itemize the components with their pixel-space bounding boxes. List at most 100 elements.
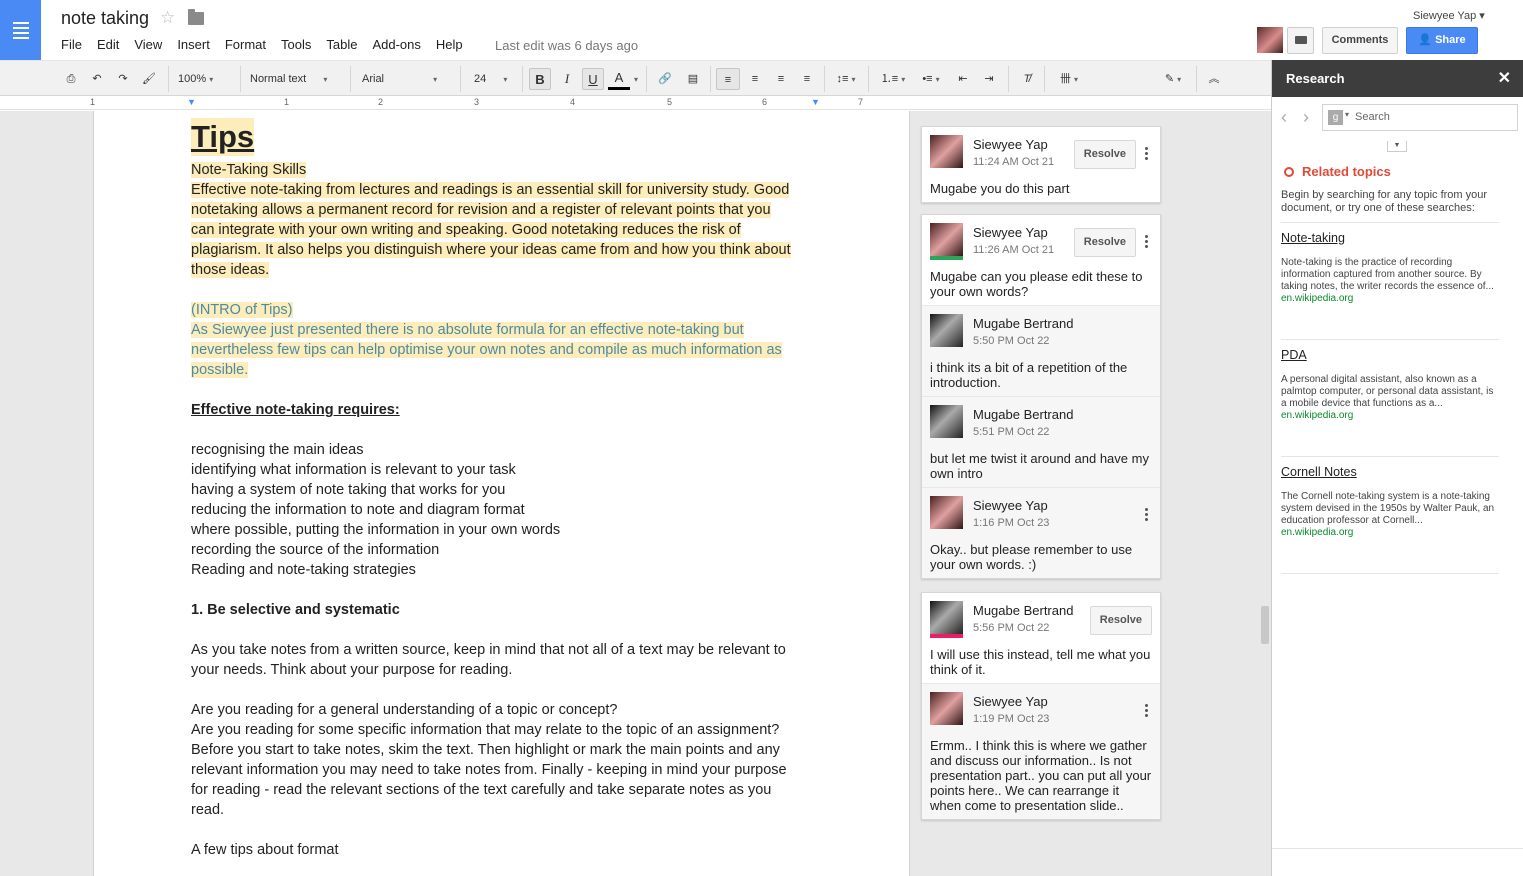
comment-thread[interactable]: Mugabe Bertrand 5:56 PM Oct 22 Resolve I… bbox=[921, 592, 1161, 820]
chevron-down-icon[interactable]: ▾ bbox=[632, 68, 640, 90]
subtitle[interactable]: Note-Taking Skills bbox=[191, 162, 307, 178]
redo-icon[interactable]: ↷ bbox=[114, 68, 132, 90]
close-icon[interactable]: ✕ bbox=[1498, 60, 1511, 97]
paragraph-line[interactable]: Before you start to take notes, skim the… bbox=[191, 740, 821, 760]
bold-button[interactable]: B bbox=[529, 68, 551, 90]
paragraph-line[interactable]: Are you reading for a general understand… bbox=[191, 700, 821, 720]
numbered-list-icon[interactable]: ⒈≡ ▾ bbox=[876, 68, 910, 90]
docs-home-icon[interactable] bbox=[0, 0, 41, 60]
align-center-icon[interactable]: ≡ bbox=[744, 68, 766, 90]
back-icon[interactable]: ‹ bbox=[1281, 107, 1287, 128]
teal-line[interactable]: possible. bbox=[191, 362, 249, 378]
document-title[interactable]: note taking bbox=[61, 8, 149, 29]
teal-line[interactable]: nevertheless few tips can help optimise … bbox=[191, 342, 782, 358]
list-item[interactable]: identifying what information is relevant… bbox=[191, 460, 821, 480]
menu-help[interactable]: Help bbox=[436, 37, 463, 52]
text-color-button[interactable]: A bbox=[608, 68, 630, 90]
resolve-button[interactable]: Resolve bbox=[1089, 606, 1152, 635]
menu-file[interactable]: File bbox=[61, 37, 82, 52]
align-right-icon[interactable]: ≡ bbox=[770, 68, 792, 90]
zoom-select[interactable]: 100% ▾ bbox=[178, 68, 234, 90]
align-justify-icon[interactable]: ≡ bbox=[796, 68, 818, 90]
paragraph-line[interactable]: read. bbox=[191, 800, 821, 820]
comment-add-icon[interactable]: ▤ bbox=[682, 68, 704, 90]
requires-heading[interactable]: Effective note-taking requires: bbox=[191, 400, 821, 420]
topic-link[interactable]: PDA bbox=[1281, 348, 1499, 362]
link-icon[interactable]: 🔗 bbox=[654, 68, 676, 90]
style-select[interactable]: Normal text ▾ bbox=[250, 68, 342, 90]
account-name[interactable]: Siewyee Yap ▾ bbox=[1413, 9, 1485, 22]
list-item[interactable]: reducing the information to note and dia… bbox=[191, 500, 821, 520]
paragraph-line[interactable]: relevant information you may need to tak… bbox=[191, 760, 821, 780]
menu-edit[interactable]: Edit bbox=[97, 37, 119, 52]
star-icon[interactable]: ☆ bbox=[160, 8, 175, 28]
resolve-button[interactable]: Resolve bbox=[1073, 140, 1136, 169]
print-icon[interactable]: ⎙ bbox=[62, 68, 80, 90]
menu-format[interactable]: Format bbox=[225, 37, 266, 52]
more-options-icon[interactable] bbox=[1145, 147, 1148, 160]
bulleted-list-icon[interactable]: •≡ ▾ bbox=[914, 68, 948, 90]
menu-insert[interactable]: Insert bbox=[177, 37, 210, 52]
paragraph-line[interactable]: A few tips about format bbox=[191, 840, 821, 860]
google-icon[interactable]: g bbox=[1328, 110, 1343, 125]
topic-source[interactable]: en.wikipedia.org bbox=[1281, 410, 1499, 421]
chat-icon[interactable] bbox=[1287, 27, 1314, 54]
menu-addons[interactable]: Add-ons bbox=[372, 37, 420, 52]
intro-line[interactable]: plagiarism. It also helps you distinguis… bbox=[191, 242, 791, 258]
topic-link[interactable]: Note-taking bbox=[1281, 231, 1499, 245]
more-options-icon[interactable] bbox=[1145, 508, 1148, 521]
list-item[interactable]: where possible, putting the information … bbox=[191, 520, 821, 540]
chevron-down-icon[interactable]: ▾ bbox=[1345, 110, 1349, 119]
list-item[interactable]: having a system of note taking that work… bbox=[191, 480, 821, 500]
intro-line[interactable]: Effective note-taking from lectures and … bbox=[191, 182, 790, 198]
paragraph-line[interactable]: As you take notes from a written source,… bbox=[191, 640, 821, 660]
font-size-select[interactable]: 24 ▾ bbox=[474, 68, 518, 90]
document-body[interactable]: Tips Note-Taking Skills Effective note-t… bbox=[191, 118, 821, 860]
comment-thread[interactable]: Siewyee Yap 11:26 AM Oct 21 Resolve Muga… bbox=[921, 214, 1161, 579]
paragraph-line[interactable]: Are you reading for some specific inform… bbox=[191, 720, 821, 740]
input-tools-icon[interactable]: 卌 ▾ bbox=[1052, 68, 1086, 90]
list-item[interactable]: Reading and note-taking strategies bbox=[191, 560, 821, 580]
document-page[interactable]: Tips Note-Taking Skills Effective note-t… bbox=[93, 111, 910, 876]
user-avatar[interactable] bbox=[1257, 27, 1283, 53]
list-item[interactable]: recognising the main ideas bbox=[191, 440, 821, 460]
menu-view[interactable]: View bbox=[134, 37, 162, 52]
collapse-icon[interactable]: ︽ bbox=[1204, 68, 1224, 90]
line-spacing-icon[interactable]: ↕≡ ▾ bbox=[832, 68, 860, 90]
research-search-input[interactable]: g ▾ Search bbox=[1322, 104, 1518, 131]
topic-link[interactable]: Cornell Notes bbox=[1281, 465, 1499, 479]
undo-icon[interactable]: ↶ bbox=[88, 68, 106, 90]
related-topic[interactable]: Note-taking Note-taking is the practice … bbox=[1281, 222, 1499, 304]
decrease-indent-icon[interactable]: ⇤ bbox=[952, 68, 974, 90]
menu-table[interactable]: Table bbox=[326, 37, 357, 52]
comment-thread[interactable]: Siewyee Yap 11:24 AM Oct 21 Resolve Muga… bbox=[921, 126, 1161, 203]
indent-marker-icon[interactable]: ▼ bbox=[187, 97, 196, 107]
last-edit-status[interactable]: Last edit was 6 days ago bbox=[495, 38, 638, 53]
right-indent-marker-icon[interactable]: ▼ bbox=[811, 97, 820, 107]
align-left-icon[interactable]: ≡ bbox=[716, 68, 740, 90]
topic-source[interactable]: en.wikipedia.org bbox=[1281, 293, 1499, 304]
ruler[interactable]: 1 ▼ 1 2 3 4 5 6 ▼ 7 bbox=[0, 96, 1271, 110]
more-options-icon[interactable] bbox=[1145, 235, 1148, 248]
related-topic[interactable]: Cornell Notes The Cornell note-taking sy… bbox=[1281, 456, 1499, 538]
paragraph-line[interactable]: for reading - read the relevant sections… bbox=[191, 780, 821, 800]
resolve-button[interactable]: Resolve bbox=[1073, 228, 1136, 257]
scrollbar-thumb[interactable] bbox=[1261, 606, 1269, 644]
folder-icon[interactable] bbox=[188, 9, 204, 25]
increase-indent-icon[interactable]: ⇥ bbox=[978, 68, 1000, 90]
teal-line[interactable]: (INTRO of Tips) bbox=[191, 302, 293, 318]
italic-button[interactable]: I bbox=[556, 68, 578, 90]
section-heading[interactable]: 1. Be selective and systematic bbox=[191, 600, 821, 620]
document-heading[interactable]: Tips bbox=[191, 118, 255, 156]
more-options-icon[interactable] bbox=[1145, 704, 1148, 717]
list-item[interactable]: recording the source of the information bbox=[191, 540, 821, 560]
editing-mode-icon[interactable]: ✎ ▾ bbox=[1156, 68, 1190, 90]
topic-source[interactable]: en.wikipedia.org bbox=[1281, 527, 1499, 538]
forward-icon[interactable]: › bbox=[1303, 107, 1309, 128]
teal-line[interactable]: As Siewyee just presented there is no ab… bbox=[191, 322, 744, 338]
share-button[interactable]: 👤 Share bbox=[1406, 27, 1478, 54]
comments-button[interactable]: Comments bbox=[1322, 27, 1398, 54]
related-topic[interactable]: PDA A personal digital assistant, also k… bbox=[1281, 339, 1499, 421]
intro-line[interactable]: notetaking allows a permanent record for… bbox=[191, 202, 771, 218]
menu-tools[interactable]: Tools bbox=[281, 37, 311, 52]
